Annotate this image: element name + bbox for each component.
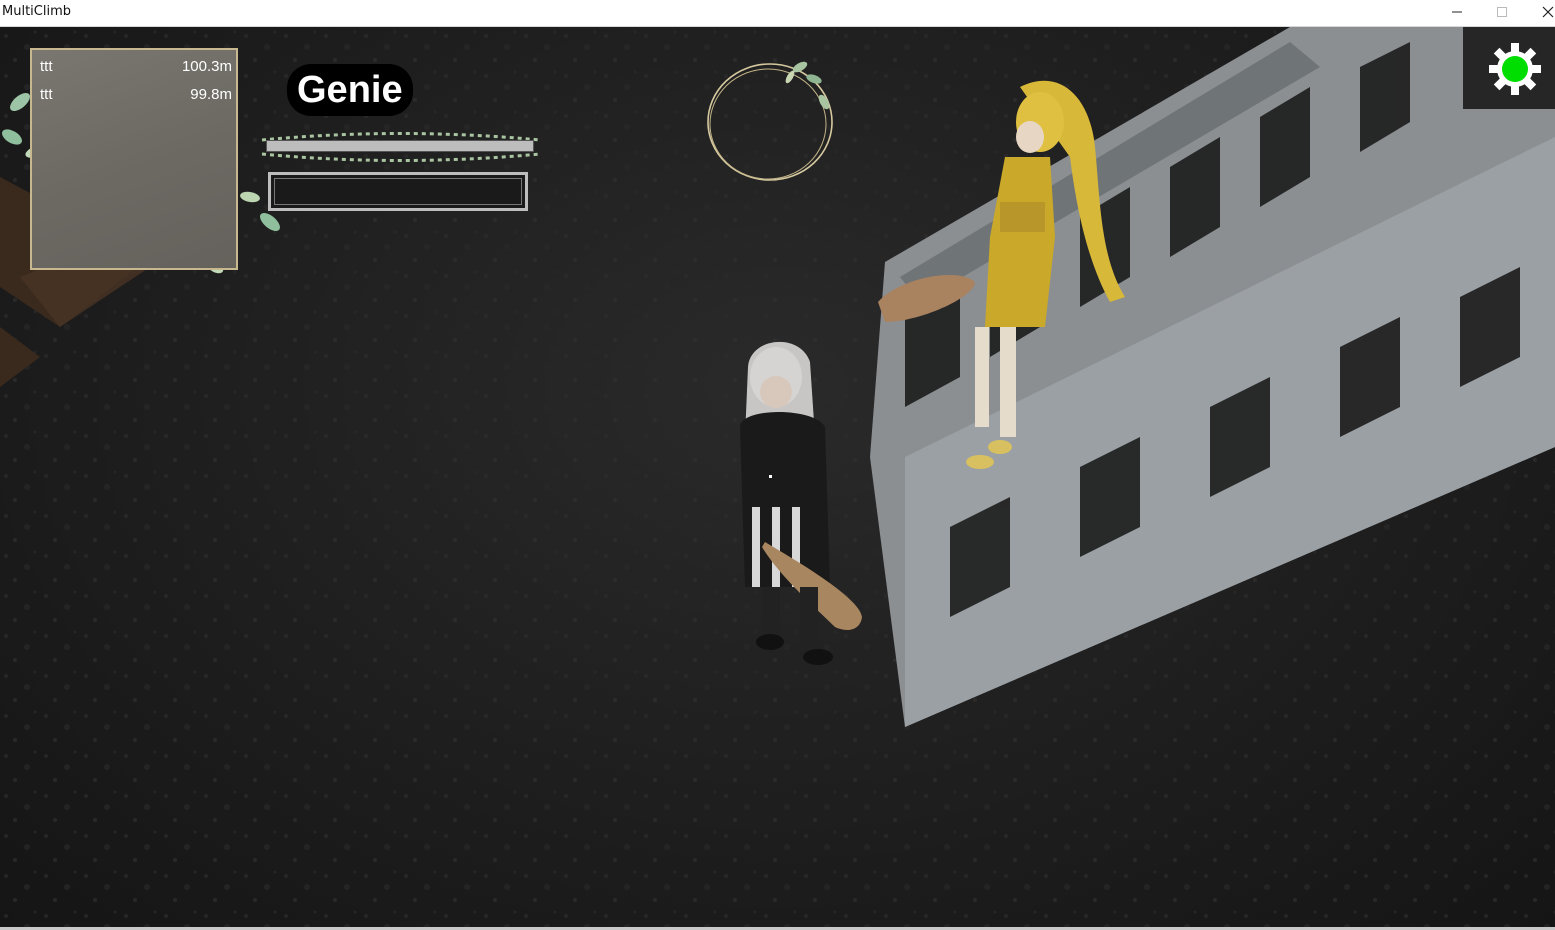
close-button[interactable] bbox=[1525, 0, 1555, 26]
leaderboard-row: ttt 99.8m bbox=[40, 86, 232, 106]
gear-icon bbox=[1463, 43, 1555, 113]
crosshair bbox=[769, 475, 772, 478]
window-titlebar: MultiClimb bbox=[0, 0, 1555, 27]
leaderboard-distance: 100.3m bbox=[181, 58, 232, 75]
leaderboard-panel: ttt 100.3m ttt 99.8m bbox=[30, 48, 238, 270]
maximize-icon bbox=[1496, 5, 1508, 21]
close-icon bbox=[1542, 5, 1554, 21]
leaderboard-distance: 99.8m bbox=[190, 86, 232, 103]
status-indicator bbox=[1502, 56, 1528, 82]
leaderboard-player-name: ttt bbox=[40, 86, 53, 103]
power-bar-fill bbox=[274, 178, 522, 205]
window-title: MultiClimb bbox=[2, 4, 71, 19]
game-viewport[interactable]: ttt 100.3m ttt 99.8m Genie bbox=[0, 27, 1555, 927]
stamina-bar bbox=[266, 140, 534, 152]
minimize-icon bbox=[1451, 5, 1463, 21]
leaderboard-player-name: ttt bbox=[40, 58, 53, 75]
minimize-button[interactable] bbox=[1434, 0, 1480, 26]
maximize-button[interactable] bbox=[1479, 0, 1525, 26]
settings-button[interactable] bbox=[1463, 27, 1555, 109]
power-bar bbox=[268, 172, 528, 211]
player-name-tag: Genie bbox=[287, 64, 413, 116]
leaderboard-row: ttt 100.3m bbox=[40, 58, 232, 78]
